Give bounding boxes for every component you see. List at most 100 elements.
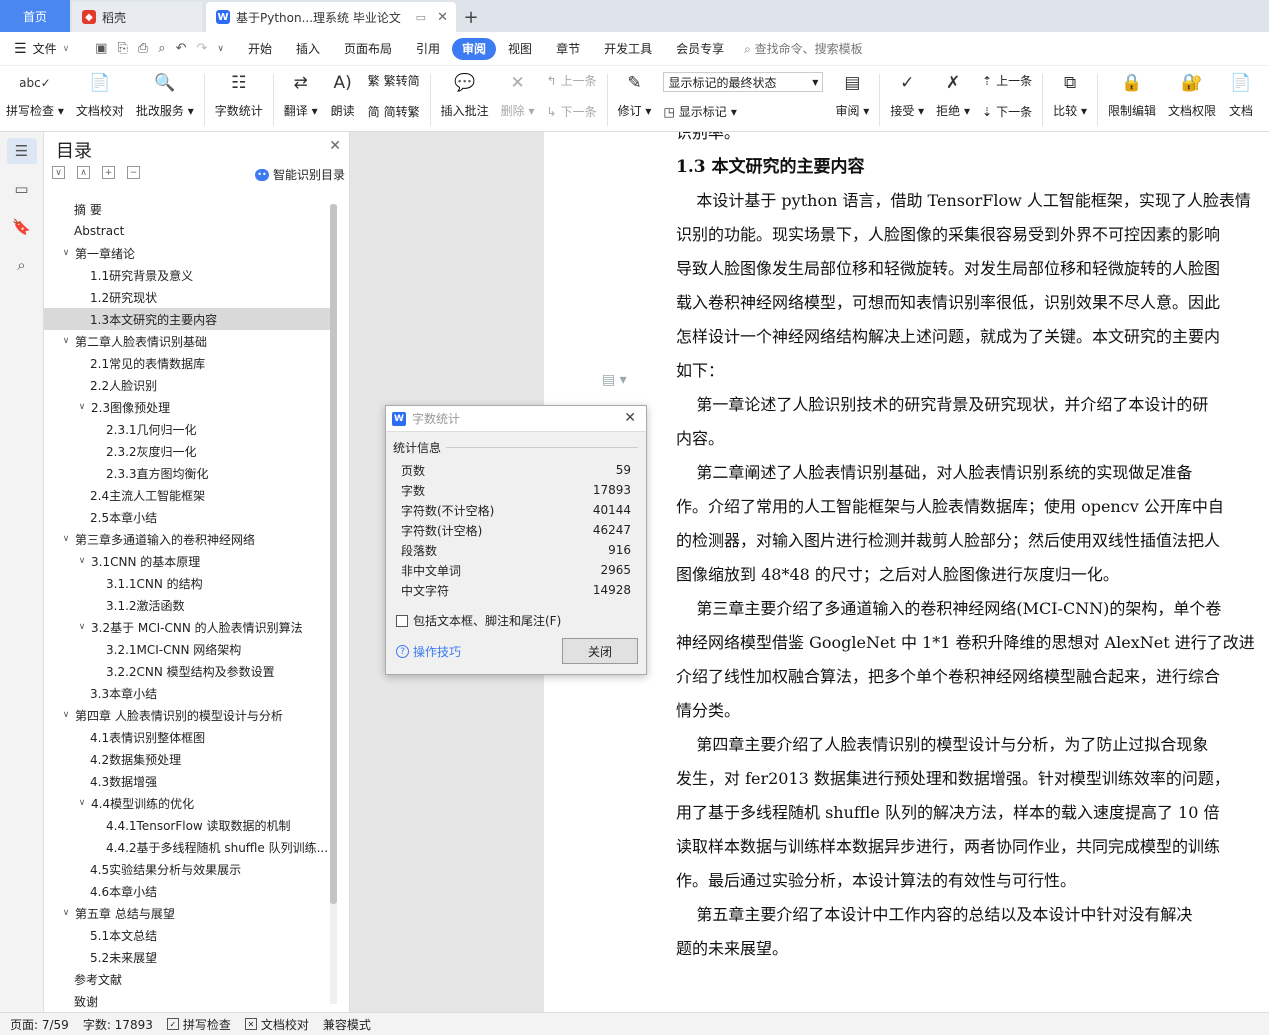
toc-item[interactable]: 1.2研究现状 bbox=[44, 286, 330, 308]
file-menu[interactable]: ☰ 文件 ∨ bbox=[0, 40, 83, 57]
chevron-down-icon[interactable]: ∨ bbox=[76, 622, 88, 632]
redo-icon[interactable]: ↷ bbox=[196, 41, 207, 56]
tab-home[interactable]: 首页 bbox=[0, 0, 70, 32]
restrict-edit-button[interactable]: 🔒 限制编辑 bbox=[1102, 70, 1162, 119]
tab-window-icon[interactable]: ▭ bbox=[416, 11, 426, 24]
toc-item[interactable]: 2.3.3直方图均衡化 bbox=[44, 462, 330, 484]
toc-item[interactable]: Abstract bbox=[44, 220, 330, 242]
toc-item[interactable]: 3.2.1MCI-CNN 网络架构 bbox=[44, 638, 330, 660]
toc-item[interactable]: 3.2.2CNN 模型结构及参数设置 bbox=[44, 660, 330, 682]
toc-scroll-thumb[interactable] bbox=[330, 204, 337, 904]
chevron-down-icon[interactable]: ∨ bbox=[60, 248, 72, 258]
track-changes-button[interactable]: ✎ 修订 ▾ bbox=[612, 70, 658, 119]
accept-button[interactable]: ✓ 接受 ▾ bbox=[884, 70, 930, 119]
toc-item[interactable]: 2.4主流人工智能框架 bbox=[44, 484, 330, 506]
undo-icon[interactable]: ↶ bbox=[176, 41, 187, 56]
chevron-down-icon[interactable]: ∨ bbox=[60, 710, 72, 720]
toc-item[interactable]: 4.5实验结果分析与效果展示 bbox=[44, 858, 330, 880]
next-comment-button[interactable]: ↳ 下一条 bbox=[547, 103, 597, 120]
next-change-button[interactable]: ⇣ 下一条 bbox=[982, 103, 1032, 120]
page-indicator[interactable]: 页面: 7/59 bbox=[10, 1016, 69, 1033]
toc-item[interactable]: ∨ 4.4模型训练的优化 bbox=[44, 792, 330, 814]
to-simplified-button[interactable]: 简简转繁 bbox=[368, 103, 420, 120]
chevron-down-icon[interactable]: ∨ bbox=[60, 534, 72, 544]
doc-permission-button[interactable]: 🔐 文档权限 bbox=[1162, 70, 1222, 119]
tips-link[interactable]: ? 操作技巧 bbox=[396, 643, 461, 660]
word-count-indicator[interactable]: 字数: 17893 bbox=[83, 1016, 153, 1033]
menu-review[interactable]: 审阅 bbox=[452, 37, 497, 60]
chevron-down-icon[interactable]: ∨ bbox=[76, 798, 88, 808]
bookmark-icon[interactable]: 🔖 bbox=[7, 214, 37, 240]
toc-item[interactable]: ∨ 第三章多通道输入的卷积神经网络 bbox=[44, 528, 330, 550]
toc-item[interactable]: ∨ 3.2基于 MCI-CNN 的人脸表情识别算法 bbox=[44, 616, 330, 638]
collapse-all-icon[interactable]: ∨ bbox=[52, 166, 65, 179]
document-text[interactable]: 识别率。 1.3 本文研究的主要内容 本设计基于 python 语言，借助 Ten… bbox=[676, 132, 1269, 1012]
checkbox-box[interactable] bbox=[396, 614, 408, 627]
toc-item[interactable]: 4.4.2基于多线程随机 shuffle 队列训练... bbox=[44, 836, 330, 858]
word-count-button[interactable]: ☷ 字数统计 bbox=[209, 70, 269, 119]
chevron-down-icon[interactable]: ∨ bbox=[60, 336, 72, 346]
toc-item[interactable]: ∨ 第五章 总结与展望 bbox=[44, 902, 330, 924]
toc-item[interactable]: 2.5本章小结 bbox=[44, 506, 330, 528]
prev-change-button[interactable]: ⇡ 上一条 bbox=[982, 72, 1032, 89]
toc-item[interactable]: 4.3数据增强 bbox=[44, 770, 330, 792]
toc-item[interactable]: 1.3本文研究的主要内容 bbox=[44, 308, 330, 330]
toc-item[interactable]: 致谢 bbox=[44, 990, 330, 1012]
close-icon[interactable]: ✕ bbox=[329, 138, 341, 154]
menu-references[interactable]: 引用 bbox=[404, 38, 452, 60]
batch-service-button[interactable]: 🔍 批改服务 ▾ bbox=[130, 70, 200, 119]
chevron-down-icon[interactable]: ∨ bbox=[60, 908, 72, 918]
toc-item[interactable]: 1.1研究背景及意义 bbox=[44, 264, 330, 286]
toc-item[interactable]: 2.3.2灰度归一化 bbox=[44, 440, 330, 462]
toc-item[interactable]: 5.2未来展望 bbox=[44, 946, 330, 968]
toc-item[interactable]: ∨ 3.1CNN 的基本原理 bbox=[44, 550, 330, 572]
command-search[interactable]: ⌕ 查找命令、搜索模板 bbox=[744, 40, 863, 57]
mark-state-select[interactable]: 显示标记的最终状态 ▼ bbox=[663, 72, 824, 92]
delete-comment-button[interactable]: ✕ 删除 ▾ bbox=[495, 70, 541, 119]
chevron-down-icon[interactable]: ∨ bbox=[76, 402, 88, 412]
show-marks-button[interactable]: ◳ 显示标记 ▾ bbox=[663, 103, 823, 120]
doc-more-button[interactable]: 📄 文档 bbox=[1222, 70, 1260, 119]
menu-insert[interactable]: 插入 bbox=[284, 38, 332, 60]
prev-comment-button[interactable]: ↰ 上一条 bbox=[547, 72, 597, 89]
tab-docer[interactable]: ◆ 稻壳 bbox=[72, 2, 202, 32]
toc-item[interactable]: 4.2数据集预处理 bbox=[44, 748, 330, 770]
remove-heading-icon[interactable]: − bbox=[127, 166, 140, 179]
toc-item[interactable]: 2.3.1几何归一化 bbox=[44, 418, 330, 440]
find-icon[interactable]: ⌕ bbox=[7, 252, 37, 278]
toc-item[interactable]: 2.2人脸识别 bbox=[44, 374, 330, 396]
review-pane-button[interactable]: ▤ 审阅 ▾ bbox=[829, 70, 875, 119]
read-aloud-button[interactable]: A) 朗读 bbox=[324, 70, 362, 119]
reject-button[interactable]: ✗ 拒绝 ▾ bbox=[930, 70, 976, 119]
menu-layout[interactable]: 页面布局 bbox=[332, 38, 404, 60]
spell-check-status[interactable]: ✓ 拼写检查 bbox=[166, 1016, 231, 1033]
toc-item[interactable]: 4.4.1TensorFlow 读取数据的机制 bbox=[44, 814, 330, 836]
toc-panel-icon[interactable]: ☰ bbox=[6, 138, 37, 164]
add-heading-icon[interactable]: + bbox=[102, 166, 115, 179]
preview-icon[interactable]: ⌕ bbox=[158, 41, 165, 56]
save-icon[interactable]: ▣ bbox=[95, 41, 107, 56]
to-traditional-button[interactable]: 繁繁转简 bbox=[368, 72, 420, 89]
expand-up-icon[interactable]: ∧ bbox=[77, 166, 90, 179]
tab-close-icon[interactable]: ✕ bbox=[437, 10, 448, 25]
toc-item[interactable]: 3.1.2激活函数 bbox=[44, 594, 330, 616]
menu-section[interactable]: 章节 bbox=[544, 38, 592, 60]
toc-item[interactable]: 2.1常见的表情数据库 bbox=[44, 352, 330, 374]
menu-member[interactable]: 会员专享 bbox=[664, 38, 736, 60]
doc-proof-status[interactable]: ✕ 文档校对 bbox=[244, 1016, 309, 1033]
toc-item[interactable]: 3.1.1CNN 的结构 bbox=[44, 572, 330, 594]
toc-item[interactable]: ∨ 第一章绪论 bbox=[44, 242, 330, 264]
export-icon[interactable]: ⎘ bbox=[117, 41, 127, 56]
smart-toc-button[interactable]: •• 智能识别目录 bbox=[254, 166, 345, 183]
toc-item[interactable]: 摘 要 bbox=[44, 198, 330, 220]
menu-developer[interactable]: 开发工具 bbox=[592, 38, 664, 60]
menu-view[interactable]: 视图 bbox=[496, 38, 544, 60]
include-textbox-checkbox[interactable]: 包括文本框、脚注和尾注(F) bbox=[396, 612, 561, 629]
menu-start[interactable]: 开始 bbox=[236, 38, 284, 60]
close-icon[interactable]: ✕ bbox=[624, 410, 636, 426]
insert-comment-button[interactable]: 💬 插入批注 bbox=[435, 70, 495, 119]
toc-scrollbar[interactable] bbox=[330, 204, 337, 1004]
spell-check-button[interactable]: abc✓ 拼写检查 ▾ bbox=[0, 70, 70, 119]
toc-item[interactable]: 4.1表情识别整体框图 bbox=[44, 726, 330, 748]
chapter-nav-icon[interactable]: ▭ bbox=[7, 176, 37, 202]
